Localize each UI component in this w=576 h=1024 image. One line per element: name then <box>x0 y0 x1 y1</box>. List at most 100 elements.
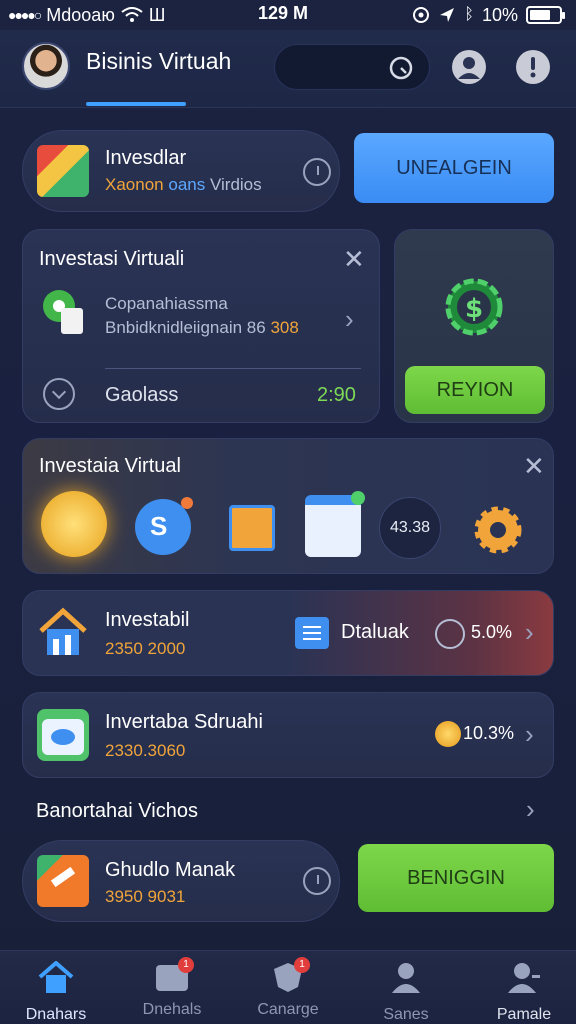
item-amount: 3950 9031 <box>105 887 186 906</box>
divider <box>105 368 361 369</box>
nav-item-pamale[interactable]: Pamale <box>474 961 574 1024</box>
nav-label: Dnahars <box>25 1006 87 1023</box>
close-icon[interactable]: ✕ <box>343 244 365 275</box>
item-percent: 10.3% <box>463 723 515 743</box>
app-header: Bisinis Virtuah <box>0 30 576 108</box>
subtitle-orange: Xaonon <box>105 175 164 194</box>
value-circle[interactable]: 43.38 <box>379 497 441 559</box>
begin-button[interactable]: BENIGGIN <box>358 844 554 912</box>
chat-app-icon <box>43 290 83 334</box>
carrier-name: Mdoоаю <box>46 4 115 25</box>
report-icon[interactable] <box>305 491 365 557</box>
nav-item-canarge[interactable]: 1 Canarge <box>238 957 338 1019</box>
battery-text: 10% <box>481 4 518 25</box>
detail-line-2-value: 308 <box>270 318 299 337</box>
dollar-chart-label: S <box>150 511 168 541</box>
list-item[interactable]: Ghudlo Manak 3950 9031 <box>22 840 340 922</box>
investment-card[interactable]: Invesdlar Xaonon oans Virdios <box>22 130 340 212</box>
chevron-down-circle-icon[interactable] <box>43 378 75 410</box>
nav-label: Canarge <box>257 1001 319 1018</box>
item-title: Invertaba Sdruahi <box>105 711 263 733</box>
dollar-gear-icon: $ <box>445 278 503 336</box>
nav-label: Pamale <box>496 1006 552 1023</box>
detail-line-1: Copanahiassma <box>105 294 228 313</box>
status-right: ᛒ 10% <box>412 4 565 26</box>
svg-text:$: $ <box>465 294 483 324</box>
list-item[interactable]: Investabil 2350 2000 Dtaluak 5.0% › <box>22 590 554 676</box>
item-title: Ghudlo Manak <box>105 859 236 881</box>
avatar[interactable] <box>22 42 70 90</box>
wallet-icon: 1 <box>154 957 194 993</box>
battery-level <box>530 10 550 20</box>
list-item[interactable]: Invertaba Sdruahi 2330.3060 10.3% › <box>22 692 554 778</box>
search-bar[interactable] <box>274 44 430 90</box>
search-icon[interactable] <box>387 54 415 82</box>
exclamation-glyph-icon <box>530 57 536 78</box>
gear-icon[interactable] <box>473 505 523 555</box>
section-title: Banortahai Vichos <box>36 800 198 822</box>
status-left: ●●●●○ Mdoоаю Ш <box>8 5 165 26</box>
badge: 1 <box>294 957 310 973</box>
primary-action-button[interactable]: UNEALGEIN <box>354 133 554 203</box>
card-title: Investasi Virtuali <box>39 248 185 270</box>
item-title: Investabil <box>105 609 190 631</box>
document-icon <box>295 617 329 649</box>
nav-label: Sanes <box>383 1006 429 1023</box>
item-amount: 2330.3060 <box>105 741 186 760</box>
detail-line-2: Bnbidknidleiignain 86 308 <box>105 318 299 338</box>
subtitle-gray: Virdios <box>209 175 262 194</box>
wifi-icon <box>121 7 143 22</box>
info-icon[interactable] <box>303 158 331 186</box>
coin-outline-icon <box>435 619 465 649</box>
nav-item-dnahars[interactable]: Dnahars <box>6 960 106 1024</box>
app-thumbnail-icon <box>37 145 89 197</box>
bottom-navigation: Dnahars 1 Dnehals 1 Canarge Sanes Pamale <box>0 950 576 1024</box>
bluetooth-icon: ᛒ <box>464 6 474 23</box>
briefcase-icon[interactable] <box>229 505 275 551</box>
user-icon <box>392 963 420 993</box>
house-chart-icon <box>39 607 87 655</box>
item-percent: 5.0% <box>471 622 513 642</box>
chevron-right-icon[interactable]: › <box>345 304 354 335</box>
investment-detail-card: Investasi Virtuali ✕ Copanahiassma Bnbid… <box>22 229 380 423</box>
row-label: Gaolass <box>105 384 179 406</box>
card-title: Investaia Virtual <box>39 455 181 477</box>
carousel-value: 43.38 <box>389 519 431 536</box>
detail-line-2-number: 86 <box>246 318 266 337</box>
badge: 1 <box>178 957 194 973</box>
gold-coin-icon <box>435 721 461 747</box>
info-icon[interactable] <box>303 867 331 895</box>
nav-item-sanes[interactable]: Sanes <box>356 961 456 1024</box>
home-icon <box>38 960 74 993</box>
secondary-action-button[interactable]: REYION <box>405 366 545 414</box>
nav-label: Dnehals <box>142 1001 202 1018</box>
hammer-icon <box>37 855 89 907</box>
clock: 129 M <box>258 3 309 23</box>
coin-icon[interactable] <box>41 491 107 557</box>
nav-item-dnehals[interactable]: 1 Dnehals <box>122 957 222 1019</box>
profile-icon <box>508 963 540 993</box>
alert-icon[interactable] <box>516 50 550 84</box>
active-tab-indicator <box>86 102 186 106</box>
dollar-chart-icon[interactable]: S <box>135 497 193 555</box>
person-glyph-icon <box>458 57 480 79</box>
item-amount: 2350 2000 <box>105 639 186 658</box>
chevron-right-icon[interactable]: › <box>526 794 535 825</box>
row-value: 2:90 <box>317 384 356 406</box>
subtitle-blue: oans <box>168 175 206 194</box>
side-action-card: $ REYION <box>394 229 554 423</box>
location-icon <box>440 8 455 22</box>
close-icon[interactable]: ✕ <box>523 451 545 482</box>
calendar-icon <box>37 709 89 761</box>
chevron-right-icon[interactable]: › <box>525 617 534 648</box>
signal-dots-icon: ●●●●○ <box>8 7 42 23</box>
alarm-icon <box>413 7 430 23</box>
feature-carousel-card: Investaia Virtual ✕ S 43.38 <box>22 438 554 574</box>
status-label: Ш <box>148 4 166 25</box>
detail-line-2-text: Bnbidknidleiignain <box>105 318 243 337</box>
profile-icon[interactable] <box>452 50 486 84</box>
chevron-right-icon[interactable]: › <box>525 719 534 750</box>
item-tag: Dtaluak <box>341 621 409 643</box>
card-subtitle: Xaonon oans Virdios <box>105 175 262 195</box>
battery-icon <box>526 6 565 24</box>
